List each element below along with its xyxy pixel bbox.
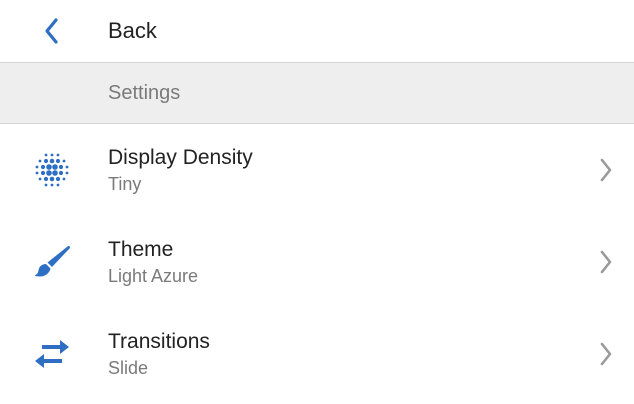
- settings-item-text: Theme Light Azure: [104, 237, 578, 288]
- settings-item-label: Theme: [108, 237, 174, 261]
- transition-arrows-icon: [0, 334, 104, 374]
- settings-screen: Back Settings Display Density Tiny Theme…: [0, 0, 634, 404]
- section-header: Settings: [0, 62, 634, 124]
- settings-item-text: Transitions Slide: [104, 329, 578, 380]
- chevron-right-icon: [578, 249, 634, 275]
- paintbrush-icon: [0, 242, 104, 282]
- settings-item-value: Slide: [108, 357, 149, 378]
- settings-item-value: Light Azure: [108, 265, 199, 286]
- chevron-right-icon: [578, 157, 634, 183]
- settings-item-text: Display Density Tiny: [104, 145, 578, 196]
- chevron-right-icon: [578, 341, 634, 367]
- settings-item-value: Tiny: [108, 173, 142, 194]
- back-label: Back: [108, 18, 157, 43]
- settings-item-theme[interactable]: Theme Light Azure: [0, 216, 634, 308]
- back-button[interactable]: Back: [0, 0, 634, 62]
- settings-item-label: Transitions: [108, 329, 210, 353]
- section-title: Settings: [108, 81, 181, 104]
- settings-item-label: Display Density: [108, 145, 253, 169]
- chevron-left-icon: [0, 17, 100, 45]
- settings-item-display-density[interactable]: Display Density Tiny: [0, 124, 634, 216]
- settings-item-transitions[interactable]: Transitions Slide: [0, 308, 634, 400]
- density-dots-icon: [0, 150, 104, 190]
